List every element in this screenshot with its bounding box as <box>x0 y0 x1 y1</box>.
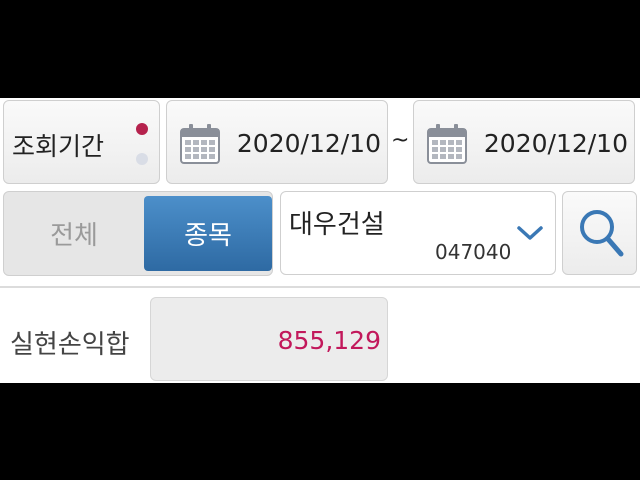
period-label: 조회기간 <box>12 132 105 161</box>
period-indicator-active <box>136 123 148 135</box>
scope-toggle: 전체 종목 <box>3 191 273 276</box>
stock-name: 대우건설 <box>289 210 385 240</box>
period-selector[interactable]: 조회기간 <box>3 100 160 184</box>
period-indicator-inactive <box>136 153 148 165</box>
end-date-value: 2020/12/10 <box>483 129 628 158</box>
scope-stock-button[interactable]: 종목 <box>144 196 272 271</box>
end-date-field[interactable]: 2020/12/10 <box>413 100 635 184</box>
realized-pnl-label: 실현손익합 <box>10 330 130 360</box>
start-date-value: 2020/12/10 <box>236 129 381 158</box>
section-divider <box>0 286 640 288</box>
realized-pnl-value: 855,129 <box>277 326 381 355</box>
calendar-icon <box>427 124 467 164</box>
realized-pnl-value-box: 855,129 <box>150 297 388 381</box>
search-icon <box>580 210 624 257</box>
date-range-separator: ~ <box>391 128 410 153</box>
trade-inquiry-panel: 조회기간 2020/12/10 ~ 2020/12/10 전체 종목 대우건설 … <box>0 98 640 383</box>
chevron-down-icon <box>517 226 543 240</box>
search-button[interactable] <box>562 191 637 275</box>
start-date-field[interactable]: 2020/12/10 <box>166 100 388 184</box>
stock-code: 047040 <box>435 240 512 264</box>
scope-all-button[interactable]: 전체 <box>4 192 144 275</box>
calendar-icon <box>180 124 220 164</box>
stock-selector[interactable]: 대우건설 047040 <box>280 191 556 275</box>
